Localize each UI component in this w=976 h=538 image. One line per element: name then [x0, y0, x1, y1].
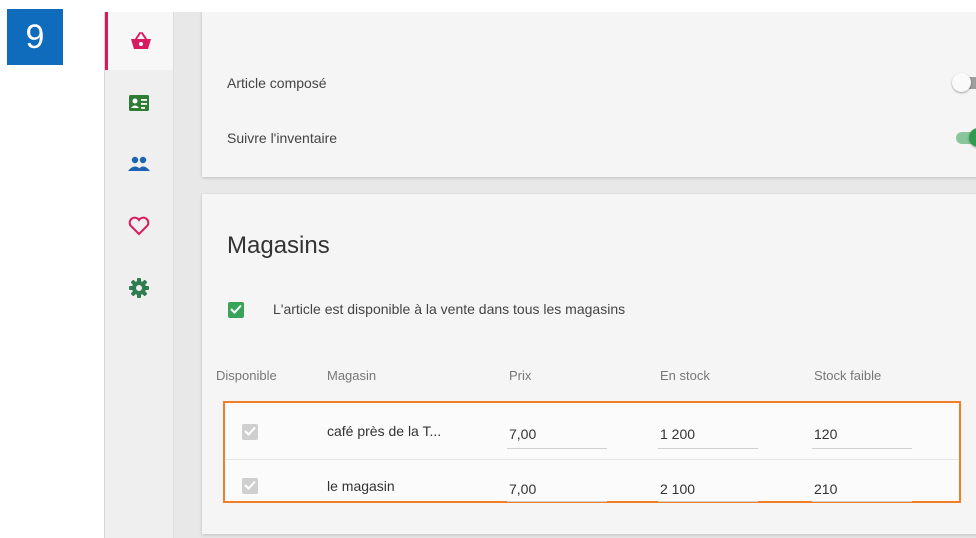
sidebar-item-loyalty[interactable] — [105, 197, 173, 255]
in-stock-input[interactable]: 1 200 — [660, 426, 695, 442]
people-icon — [127, 156, 151, 172]
sidebar-item-items[interactable] — [105, 12, 173, 70]
stores-card: Magasins L'article est disponible à la v… — [202, 194, 976, 534]
composite-item-label: Article composé — [227, 75, 327, 91]
composite-item-toggle[interactable] — [952, 72, 976, 92]
contact-card-icon — [128, 94, 150, 112]
column-header-price: Prix — [509, 368, 532, 383]
check-icon — [244, 477, 256, 495]
main-content: Article composé Suivre l'inventaire Maga… — [174, 12, 976, 538]
all-stores-label: L'article est disponible à la vente dans… — [273, 301, 626, 317]
all-stores-checkbox[interactable] — [228, 302, 244, 318]
column-header-available: Disponible — [216, 368, 277, 383]
column-header-low-stock: Stock faible — [814, 368, 882, 383]
price-input[interactable]: 7,00 — [509, 426, 536, 442]
store-available-checkbox[interactable] — [242, 478, 258, 494]
low-stock-input[interactable]: 210 — [814, 481, 837, 497]
sidebar-item-settings[interactable] — [105, 259, 173, 317]
low-stock-input[interactable]: 120 — [814, 426, 837, 442]
step-number-badge: 9 — [7, 9, 63, 65]
store-name: le magasin — [327, 478, 395, 494]
gear-icon — [129, 278, 149, 298]
row-divider — [225, 459, 959, 460]
check-icon — [244, 423, 256, 441]
column-header-in-stock: En stock — [660, 368, 710, 383]
column-header-store: Magasin — [327, 368, 377, 383]
sidebar — [105, 12, 174, 538]
heart-icon — [128, 216, 150, 236]
store-available-checkbox[interactable] — [242, 424, 258, 440]
sidebar-item-customers[interactable] — [105, 74, 173, 132]
in-stock-input[interactable]: 2 100 — [660, 481, 695, 497]
options-card: Article composé Suivre l'inventaire — [202, 12, 976, 177]
section-title: Magasins — [227, 232, 330, 259]
track-inventory-label: Suivre l'inventaire — [227, 130, 338, 146]
app-window: Article composé Suivre l'inventaire Maga… — [104, 12, 976, 538]
store-name: café près de la T... — [327, 423, 442, 439]
price-input[interactable]: 7,00 — [509, 481, 536, 497]
track-inventory-toggle[interactable] — [952, 127, 976, 147]
basket-icon — [130, 31, 152, 51]
sidebar-item-employees[interactable] — [105, 135, 173, 193]
check-icon — [230, 301, 242, 319]
